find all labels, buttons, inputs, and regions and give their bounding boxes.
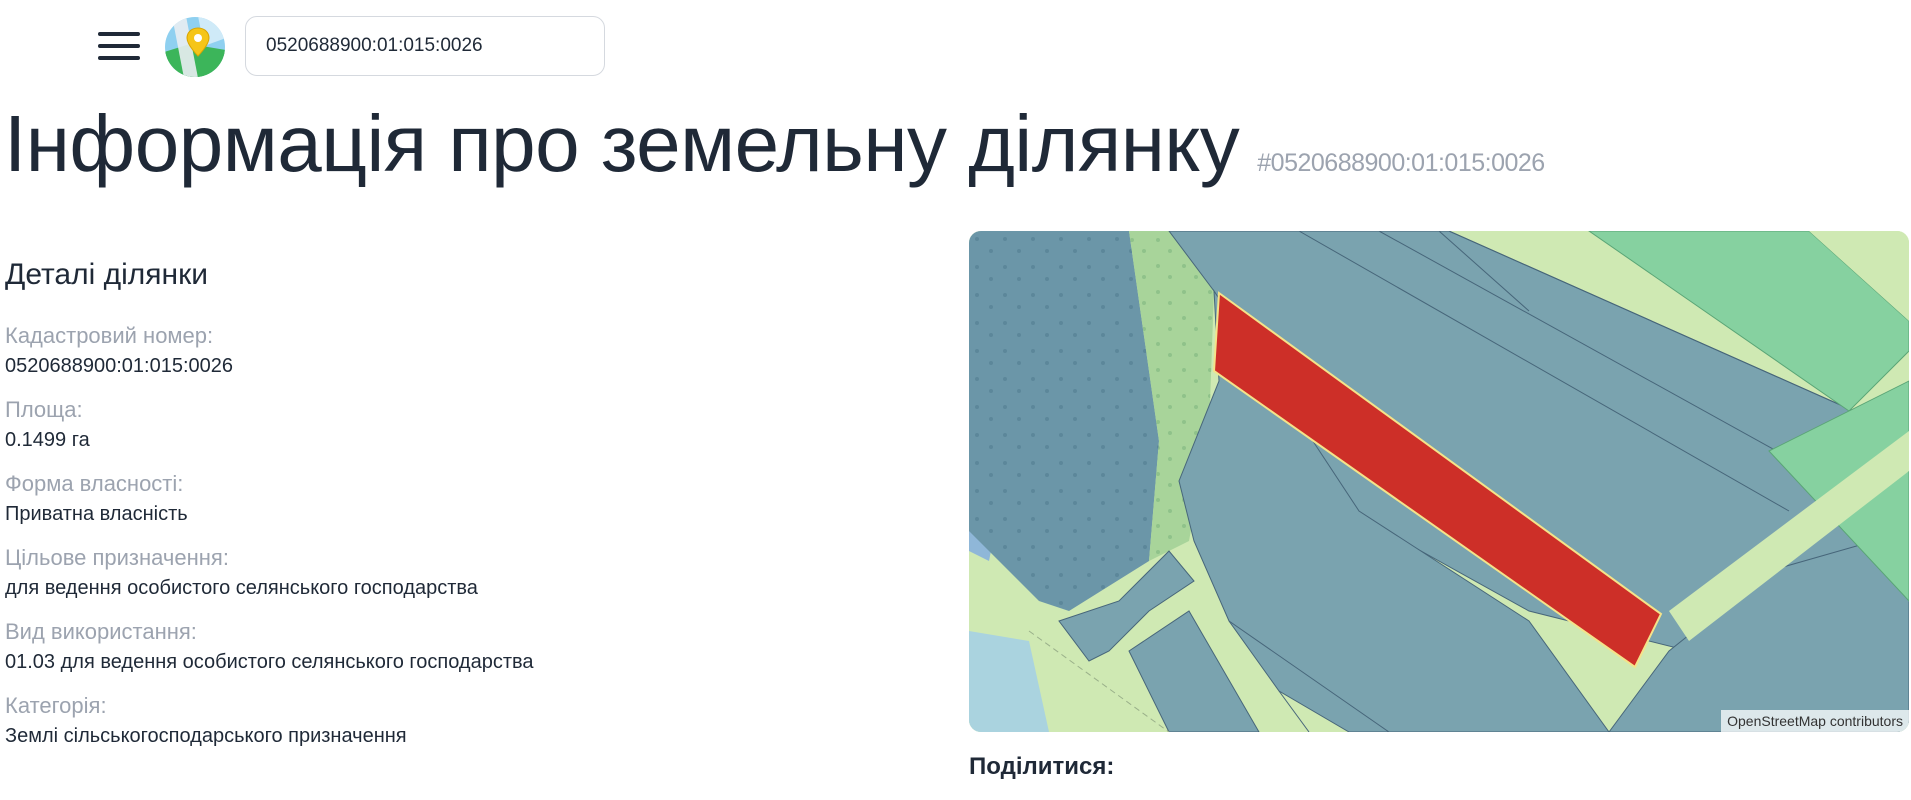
page-title: Інформація про земельну ділянку [4, 99, 1240, 188]
parcel-details: Деталі ділянки Кадастровий номер: 052068… [5, 258, 905, 765]
field-cadastral-number: Кадастровий номер: 0520688900:01:015:002… [5, 321, 905, 381]
page-subtitle: #0520688900:01:015:0026 [1257, 149, 1545, 177]
field-label: Кадастровий номер: [5, 323, 214, 348]
field-value: Приватна власність [5, 503, 188, 525]
menu-icon[interactable] [98, 30, 140, 62]
search-input[interactable] [245, 16, 605, 76]
top-bar [0, 0, 1911, 92]
field-purpose: Цільове призначення: для ведення особист… [5, 543, 905, 603]
field-area: Площа: 0.1499 га [5, 395, 905, 455]
map-attribution[interactable]: OpenStreetMap contributors [1721, 710, 1909, 732]
menu-icon-line [98, 32, 140, 36]
field-label: Площа: [5, 397, 83, 422]
field-value: 01.03 для ведення особистого селянського… [5, 651, 534, 673]
field-category: Категорія: Землі сільськогосподарського … [5, 691, 905, 751]
map-forest-texture [969, 231, 1159, 611]
field-label: Вид використання: [5, 619, 197, 644]
field-value: Землі сільськогосподарського призначення [5, 725, 407, 747]
field-label: Форма власності: [5, 471, 184, 496]
details-heading: Деталі ділянки [5, 258, 208, 291]
map-pin-logo-icon[interactable] [164, 16, 226, 78]
field-value: 0520688900:01:015:0026 [5, 355, 234, 377]
field-usage-type: Вид використання: 01.03 для ведення особ… [5, 617, 905, 677]
map-canvas[interactable] [969, 231, 1909, 732]
share-label: Поділитися: [969, 753, 1115, 780]
page-title-row: Інформація про земельну ділянку #05206889… [4, 100, 1545, 188]
parcel-map[interactable]: OpenStreetMap contributors [969, 231, 1909, 732]
field-value: 0.1499 га [5, 429, 90, 451]
menu-icon-line [98, 44, 140, 48]
field-label: Цільове призначення: [5, 545, 229, 570]
menu-icon-line [98, 56, 140, 60]
field-ownership: Форма власності: Приватна власність [5, 469, 905, 529]
field-value: для ведення особистого селянського госпо… [5, 577, 478, 599]
field-label: Категорія: [5, 693, 107, 718]
